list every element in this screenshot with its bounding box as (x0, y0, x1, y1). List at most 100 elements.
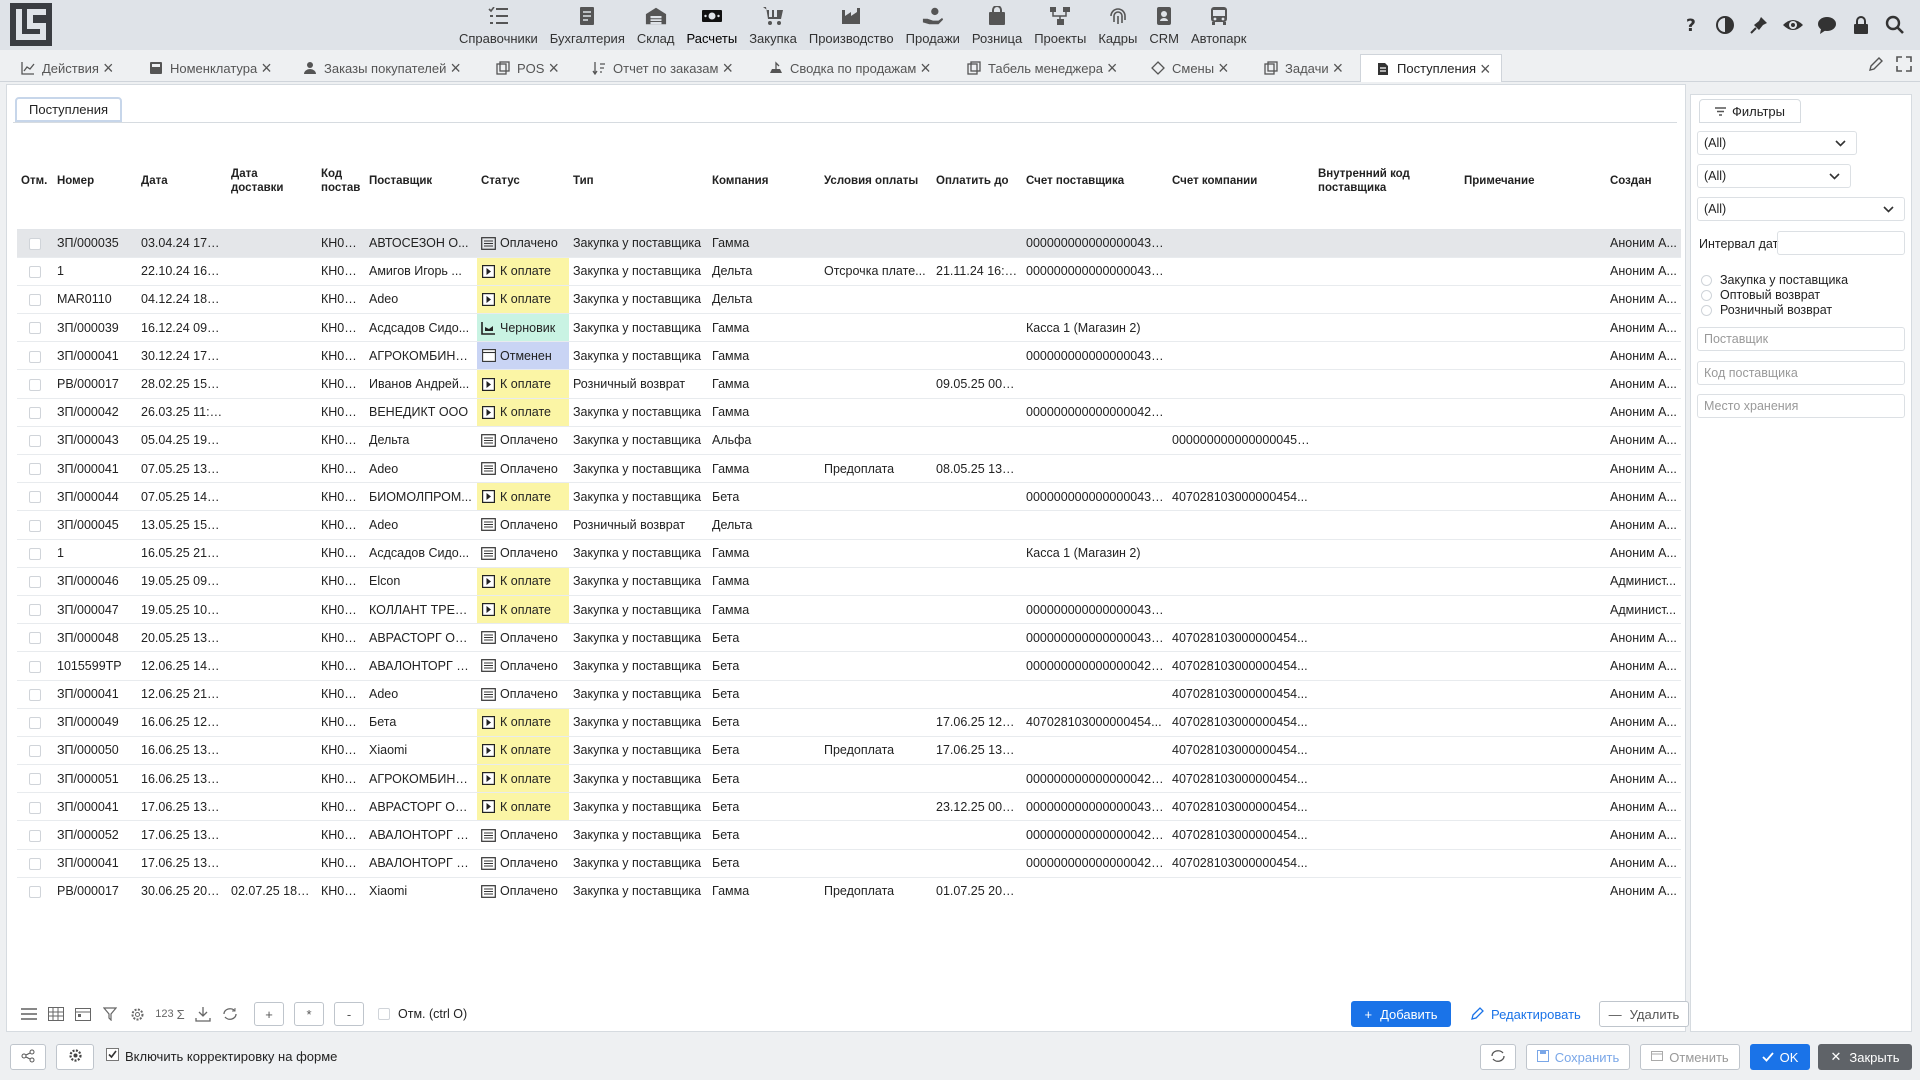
nav-item-6[interactable]: Продажи (902, 0, 964, 46)
column-header[interactable]: Статус (477, 133, 569, 230)
column-header[interactable]: Условия оплаты (820, 133, 932, 230)
row-mark-cell[interactable] (17, 651, 53, 681)
nav-item-1[interactable]: Бухгалтерия (546, 0, 629, 46)
lock-icon[interactable] (1844, 12, 1878, 38)
row-mark-cell[interactable] (17, 539, 53, 568)
table-row[interactable]: ЗП/000041 17.06.25 13:01 КН03... АВРАСТОРГ … (17, 792, 1681, 822)
row-checkbox[interactable] (29, 547, 41, 560)
totals-button[interactable]: 123 Σ (152, 1003, 188, 1025)
row-checkbox[interactable] (29, 406, 41, 419)
row-mark-cell[interactable] (17, 510, 53, 540)
type-radio-1[interactable]: Оптовый возврат (1701, 288, 1820, 302)
pin-icon[interactable] (1742, 12, 1776, 38)
nav-item-4[interactable]: Закупка (745, 0, 801, 46)
storage-location-input[interactable]: Место хранения (1697, 394, 1905, 418)
row-mark-cell[interactable] (17, 567, 53, 596)
fullscreen-icon[interactable] (1896, 56, 1912, 75)
row-mark-cell[interactable] (17, 482, 53, 512)
table-row[interactable]: ЗП/000039 16.12.24 09:57 КН05... Асдсадов С… (17, 313, 1681, 343)
subtab-postupleniya[interactable]: Поступления (15, 97, 123, 123)
tab-7[interactable]: Смены × (1150, 54, 1229, 82)
tab-close-icon[interactable]: × (1480, 60, 1491, 78)
tab-close-icon[interactable]: × (261, 59, 272, 77)
row-mark-cell[interactable] (17, 426, 53, 456)
table-row[interactable]: ЗП/000052 17.06.25 13:31 КН00... АВАЛОНТОРГ… (17, 820, 1681, 850)
row-mark-cell[interactable] (17, 820, 53, 850)
row-checkbox[interactable] (29, 294, 41, 307)
supplier-input[interactable]: Поставщик (1697, 327, 1905, 351)
date-interval-input[interactable] (1777, 231, 1905, 255)
tab-9[interactable]: Поступления × (1360, 54, 1502, 82)
ok-button[interactable]: OK (1750, 1044, 1810, 1070)
correction-checkbox-icon[interactable] (106, 1048, 119, 1064)
row-checkbox[interactable] (29, 773, 41, 786)
nav-item-5[interactable]: Производство (805, 0, 898, 46)
nav-item-8[interactable]: Проекты (1030, 0, 1090, 46)
save-button[interactable]: Сохранить (1526, 1044, 1630, 1070)
row-mark-cell[interactable] (17, 369, 53, 399)
tab-close-icon[interactable]: × (450, 59, 461, 77)
tab-close-icon[interactable]: × (1107, 59, 1118, 77)
chat-icon[interactable] (1810, 12, 1844, 38)
table-row[interactable]: 1015599ТР 12.06.25 14:15 КН00... АВАЛОНТОРГ… (17, 651, 1681, 681)
column-header[interactable]: Дата доставки (227, 133, 317, 230)
row-checkbox[interactable] (29, 576, 41, 589)
row-checkbox[interactable] (29, 688, 41, 701)
tab-close-icon[interactable]: × (103, 59, 114, 77)
form-correction-toggle[interactable]: Включить корректировку на форме (106, 1048, 337, 1064)
column-header[interactable]: Компания (708, 133, 820, 230)
column-header[interactable]: Поставщик (365, 133, 477, 230)
otm-toggle[interactable]: Отм. (ctrl O) (378, 1007, 467, 1021)
row-checkbox[interactable] (29, 378, 41, 391)
radio-circle-icon[interactable] (1701, 274, 1712, 286)
column-header[interactable]: Счет компании (1168, 133, 1314, 230)
row-checkbox[interactable] (29, 237, 41, 250)
table-row[interactable]: 1 16.05.25 21:51 КН05... Асдсадов Сидо... Оп… (17, 539, 1681, 568)
tab-close-icon[interactable]: × (722, 59, 733, 77)
download-icon[interactable] (191, 1003, 215, 1025)
nav-item-3[interactable]: Расчеты (682, 0, 741, 46)
calendar-view-icon[interactable] (71, 1003, 95, 1025)
edit-button[interactable]: Редактировать (1471, 1001, 1581, 1027)
row-checkbox[interactable] (29, 265, 41, 278)
close-button[interactable]: ✕ Закрыть (1818, 1044, 1912, 1070)
add-button[interactable]: + Добавить (1351, 1001, 1451, 1027)
app-logo[interactable] (10, 3, 52, 46)
column-header[interactable]: Номер (53, 133, 137, 230)
table-row[interactable]: ЗП/000042 26.03.25 11:46 КН00... ВЕНЕДИКТ О… (17, 398, 1681, 427)
row-checkbox[interactable] (29, 886, 41, 899)
column-header[interactable]: Отм. (17, 133, 53, 230)
row-mark-cell[interactable] (17, 623, 53, 653)
row-mark-cell[interactable] (17, 454, 53, 484)
nav-item-10[interactable]: CRM (1145, 0, 1183, 46)
row-mark-cell[interactable] (17, 229, 53, 258)
table-row[interactable]: ЗП/000046 19.05.25 09:33 КН05... Elcon К опл… (17, 567, 1681, 596)
row-mark-cell[interactable] (17, 849, 53, 878)
row-mark-cell[interactable] (17, 736, 53, 766)
row-mark-cell[interactable] (17, 341, 53, 371)
column-header[interactable]: Оплатить до (932, 133, 1022, 230)
column-header[interactable]: Создан (1606, 133, 1681, 230)
form-settings-button[interactable] (56, 1044, 94, 1070)
row-checkbox[interactable] (29, 801, 41, 814)
nav-item-11[interactable]: Автопарк (1187, 0, 1251, 46)
row-mark-cell[interactable] (17, 398, 53, 427)
refresh-icon[interactable] (218, 1003, 242, 1025)
row-mark-cell[interactable] (17, 877, 53, 903)
tab-3[interactable]: POS × (495, 54, 559, 82)
column-header[interactable]: Примечание (1460, 133, 1606, 230)
column-header[interactable]: Тип (569, 133, 708, 230)
search-icon[interactable] (1878, 12, 1912, 38)
table-row[interactable]: ЗП/000041 17.06.25 13:39 КН00... АВАЛОНТОРГ… (17, 849, 1681, 878)
filter-select-3[interactable]: (All) (1697, 197, 1905, 221)
filter-select-1[interactable]: (All) (1697, 131, 1857, 155)
row-mark-cell[interactable] (17, 595, 53, 625)
theme-icon[interactable] (1708, 12, 1742, 38)
table-row[interactable]: ЗП/000041 07.05.25 13:55 КН05... Adeo Оплаче… (17, 454, 1681, 484)
nav-item-7[interactable]: Розница (968, 0, 1026, 46)
tab-2[interactable]: Заказы покупателей × (302, 54, 461, 82)
list-view-icon[interactable] (17, 1003, 41, 1025)
row-mark-cell[interactable] (17, 285, 53, 315)
edit-pencil-icon[interactable] (1868, 56, 1884, 75)
row-checkbox[interactable] (29, 350, 41, 363)
